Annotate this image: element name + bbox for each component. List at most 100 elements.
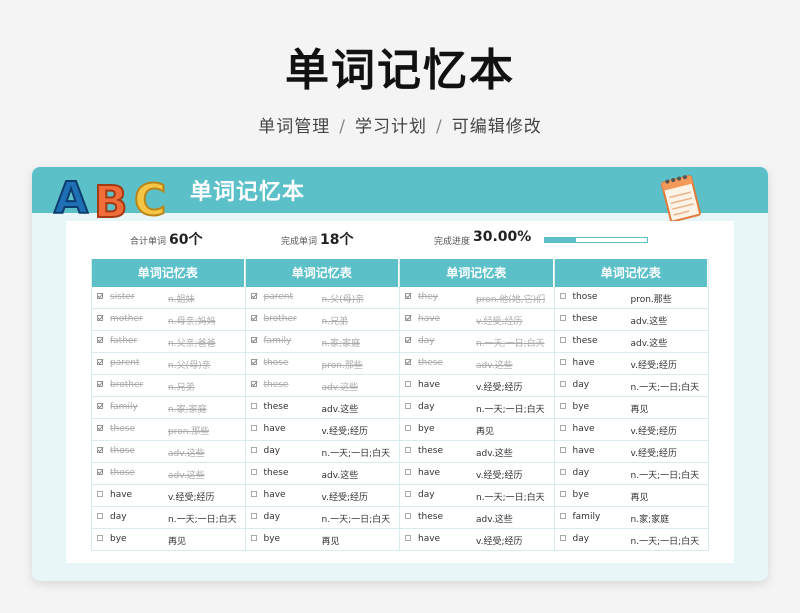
meaning-cell: n.兄弟 [321,317,349,327]
table-row: day n.一天;一日;白天 [400,485,554,507]
checked-checkbox[interactable] [405,315,411,321]
table-row: day n.一天;一日;白天 [400,331,554,353]
checked-checkbox[interactable] [97,381,103,387]
meaning-cell: v.经受;经历 [476,537,523,547]
progress-value: 30.00% [473,229,532,245]
checkbox[interactable] [559,469,566,475]
checkbox[interactable] [97,513,103,519]
meaning-cell: v.经受;经历 [321,427,369,437]
table-row: have v.经受;经历 [554,441,708,463]
checkbox[interactable] [250,491,257,497]
word-cell: family [110,402,138,412]
checkbox[interactable] [405,535,411,541]
table-row: day n.一天;一日;白天 [400,397,554,419]
table-row: those pron.那些 [554,287,708,309]
checkbox[interactable] [97,491,103,497]
meaning-cell: n.母亲;妈妈 [168,317,216,327]
checkbox[interactable] [405,513,411,519]
word-cell: those [263,358,289,368]
checkbox[interactable] [97,535,103,541]
logo-letter-a: A [54,173,88,223]
checkbox[interactable] [559,425,566,431]
checkbox[interactable] [559,447,566,453]
checkbox[interactable] [405,491,411,497]
subtitle-item: 学习计划 [355,117,427,137]
checked-checkbox[interactable] [250,315,257,321]
checked-checkbox[interactable] [250,381,257,387]
word-cell: these [418,512,443,522]
meaning-cell: n.姐妹 [168,295,195,305]
checked-checkbox[interactable] [97,293,103,299]
checkbox[interactable] [559,337,566,343]
done-words-label: 完成单词 [281,237,318,247]
abc-logo-icon: A B C [53,172,167,223]
word-cell: bye [572,490,590,500]
table-row: these adv.这些 [554,331,708,353]
checkbox[interactable] [559,491,566,497]
table-row: have v.经受;经历 [400,375,554,397]
checkbox[interactable] [250,447,257,453]
table-row: bye 再见 [554,485,708,507]
checkbox[interactable] [405,403,411,409]
checked-checkbox[interactable] [405,337,411,343]
checkbox[interactable] [559,381,566,387]
meaning-cell: n.一天;一日;白天 [476,493,545,503]
word-cell: day [572,534,590,544]
word-cell: bye [418,424,435,434]
meaning-cell: adv.这些 [168,449,205,459]
checkbox[interactable] [559,359,566,365]
checked-checkbox[interactable] [97,403,103,409]
table-row: family n.家;家庭 [245,331,399,353]
word-cell: these [263,380,289,390]
checked-checkbox[interactable] [250,359,257,365]
meaning-cell: v.经受;经历 [476,383,523,393]
banner-title: 单词记忆本 [190,180,306,205]
table-row: day n.一天;一日;白天 [245,441,399,463]
meaning-cell: n.父(母)亲 [168,361,211,371]
checked-checkbox[interactable] [250,293,257,299]
checked-checkbox[interactable] [97,337,103,343]
meaning-cell: 再见 [630,493,649,503]
checkbox[interactable] [559,403,566,409]
word-cell: sister [110,292,135,302]
meaning-cell: pron.那些 [168,427,210,437]
checkbox[interactable] [250,535,257,541]
table-row: brother n.兄弟 [245,309,399,331]
checkbox[interactable] [405,425,411,431]
checked-checkbox[interactable] [250,337,257,343]
checkbox[interactable] [405,447,411,453]
checked-checkbox[interactable] [97,315,103,321]
content-panel: 合计单词 60个 完成单词 18个 完成进度 30.00% 单词记忆表 siste… [66,221,734,563]
meaning-cell: adv.这些 [476,449,513,459]
checkbox[interactable] [559,535,566,541]
table-row: parent n.父(母)亲 [245,287,399,309]
checkbox[interactable] [559,293,566,299]
checked-checkbox[interactable] [405,293,411,299]
word-cell: brother [110,380,144,390]
table-row: bye 再见 [400,419,554,441]
checkbox[interactable] [405,469,411,475]
checkbox[interactable] [559,315,566,321]
checked-checkbox[interactable] [97,469,103,475]
word-cell: bye [263,534,281,544]
checkbox[interactable] [250,425,257,431]
checkbox[interactable] [250,403,257,409]
table-row: sister n.姐妹 [92,287,245,309]
table-row: have v.经受;经历 [554,353,708,375]
table-row: brother n.兄弟 [92,375,245,397]
word-cell: have [418,380,441,390]
checked-checkbox[interactable] [405,359,411,365]
checked-checkbox[interactable] [97,359,103,365]
total-words-value: 60个 [169,232,203,248]
checkbox[interactable] [405,381,411,387]
checked-checkbox[interactable] [97,447,103,453]
checkbox[interactable] [250,513,257,519]
word-cell: these [263,468,289,478]
checked-checkbox[interactable] [97,425,103,431]
word-cell: have [418,468,441,478]
meaning-cell: n.家;家庭 [168,405,207,415]
table-row: they pron.他(她,它)们 [400,287,554,309]
checkbox[interactable] [559,513,566,519]
checkbox[interactable] [250,469,257,475]
table-row: day n.一天;一日;白天 [554,375,708,397]
